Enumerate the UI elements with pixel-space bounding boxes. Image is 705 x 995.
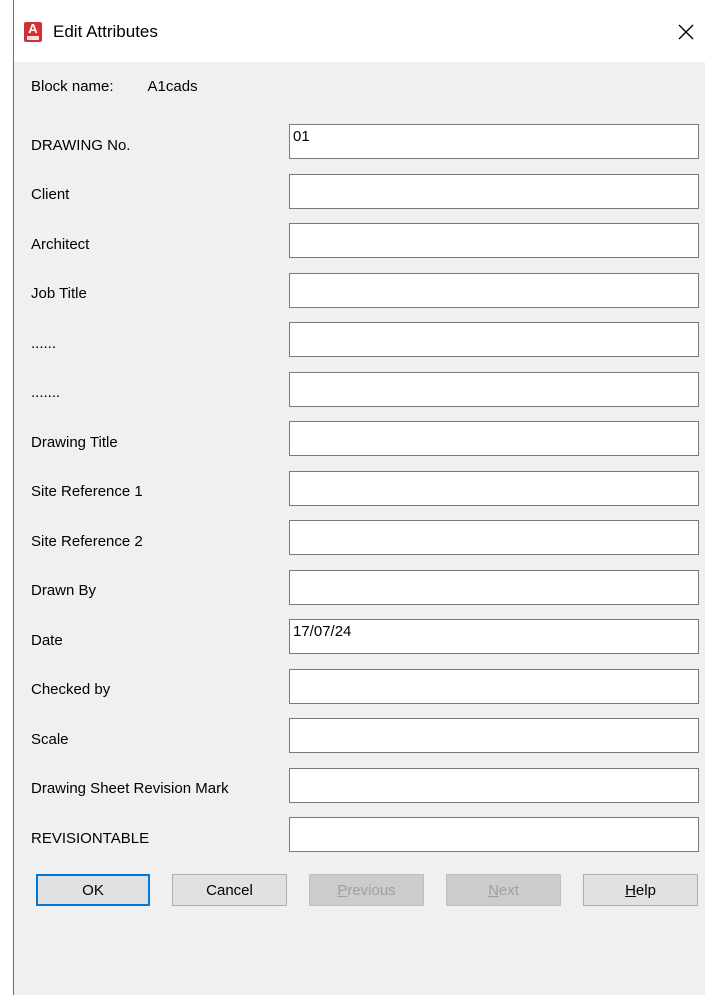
cancel-button[interactable]: Cancel bbox=[172, 874, 287, 906]
site-reference-1-input[interactable] bbox=[289, 471, 699, 506]
field-label-blank-1: ...... bbox=[31, 335, 57, 352]
blank-1-input[interactable] bbox=[289, 322, 699, 357]
previous-accesskey: P bbox=[337, 881, 348, 899]
field-label-drawing-no: DRAWING No. bbox=[31, 137, 131, 154]
client-input[interactable] bbox=[289, 174, 699, 209]
close-icon bbox=[678, 24, 694, 40]
architect-input[interactable] bbox=[289, 223, 699, 258]
blank-2-input[interactable] bbox=[289, 372, 699, 407]
close-button[interactable] bbox=[666, 12, 705, 52]
date-input[interactable] bbox=[289, 619, 699, 654]
job-title-input[interactable] bbox=[289, 273, 699, 308]
field-label-drawing-sheet-revision-mark: Drawing Sheet Revision Mark bbox=[31, 780, 229, 797]
drawn-by-input[interactable] bbox=[289, 570, 699, 605]
help-accesskey: H bbox=[625, 881, 636, 899]
field-label-site-reference-1: Site Reference 1 bbox=[31, 483, 143, 500]
help-label: elp bbox=[635, 881, 656, 899]
field-label-date: Date bbox=[31, 632, 63, 649]
field-label-client: Client bbox=[31, 186, 70, 203]
field-label-job-title: Job Title bbox=[31, 285, 87, 302]
ok-button[interactable]: OK bbox=[36, 874, 150, 906]
scale-input[interactable] bbox=[289, 718, 699, 753]
site-reference-2-input[interactable] bbox=[289, 520, 699, 555]
field-label-blank-2: ....... bbox=[31, 384, 61, 401]
previous-label: revious bbox=[347, 881, 396, 899]
drawing-no-input[interactable] bbox=[289, 124, 699, 159]
revisiontable-input[interactable] bbox=[289, 817, 699, 852]
field-label-scale: Scale bbox=[31, 731, 69, 748]
block-name-value: A1cads bbox=[147, 78, 198, 95]
previous-button[interactable]: Previous bbox=[309, 874, 424, 906]
next-accesskey: N bbox=[488, 881, 499, 899]
field-label-drawing-title: Drawing Title bbox=[31, 434, 118, 451]
block-name-row: Block name: A1cads bbox=[31, 77, 198, 97]
field-label-drawn-by: Drawn By bbox=[31, 582, 97, 599]
help-button[interactable]: Help bbox=[583, 874, 698, 906]
autocad-icon: A bbox=[24, 22, 42, 42]
field-label-architect: Architect bbox=[31, 236, 90, 253]
field-label-checked-by: Checked by bbox=[31, 681, 111, 698]
field-label-site-reference-2: Site Reference 2 bbox=[31, 533, 143, 550]
title-bar: A Edit Attributes bbox=[14, 0, 705, 62]
window-title: Edit Attributes bbox=[53, 22, 158, 41]
next-button[interactable]: Next bbox=[446, 874, 561, 906]
drawing-title-input[interactable] bbox=[289, 421, 699, 456]
block-name-label: Block name: bbox=[31, 78, 114, 95]
field-label-revisiontable: REVISIONTABLE bbox=[31, 830, 150, 847]
checked-by-input[interactable] bbox=[289, 669, 699, 704]
next-label: ext bbox=[498, 881, 519, 899]
edit-attributes-dialog: A Edit Attributes Block name: A1cads DRAW… bbox=[13, 0, 705, 995]
drawing-sheet-revision-mark-input[interactable] bbox=[289, 768, 699, 803]
